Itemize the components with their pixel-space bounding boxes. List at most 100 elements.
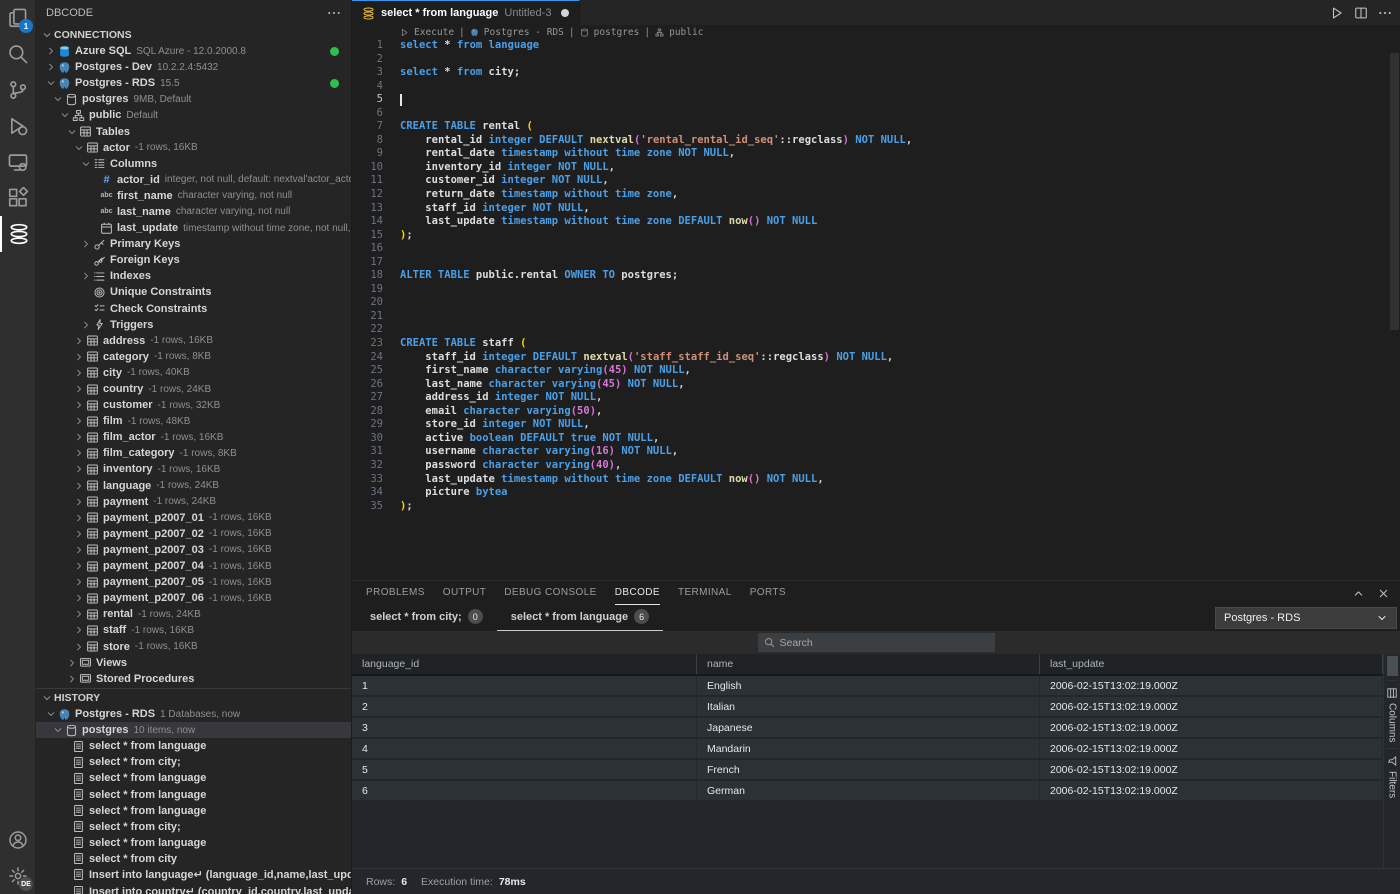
sidebar-more-icon[interactable]	[327, 6, 341, 20]
table-row[interactable]: 1English2006-02-15T13:02:19.000Z	[352, 676, 1383, 695]
more-actions-icon[interactable]	[1378, 6, 1392, 20]
tree-item-select-from-city[interactable]: select * from city;	[36, 754, 351, 770]
activity-search-icon[interactable]	[0, 36, 36, 72]
tree-item-azure-sql[interactable]: Azure SQLSQL Azure - 12.0.2000.8	[36, 43, 351, 59]
panel-tab-dbcode[interactable]: DBCODE	[615, 581, 660, 605]
tree-item-postgres[interactable]: postgres9MB, Default	[36, 91, 351, 107]
activity-source-control-icon[interactable]	[0, 72, 36, 108]
table-scrollbar[interactable]	[1387, 656, 1398, 676]
connection-dropdown[interactable]: Postgres - RDS	[1215, 607, 1397, 629]
tree-item-columns[interactable]: Columns	[36, 156, 351, 172]
panel-close-icon[interactable]	[1377, 587, 1390, 600]
codelens-connection[interactable]: Postgres - RDS	[484, 27, 564, 38]
activity-explorer-icon[interactable]: 1	[0, 0, 36, 36]
split-editor-icon[interactable]	[1354, 6, 1368, 20]
side-tab-columns[interactable]: Columns	[1386, 680, 1398, 748]
column-header-last_update[interactable]: last_update	[1040, 654, 1383, 674]
side-tab-filters[interactable]: Filters	[1386, 748, 1398, 804]
tree-item-store[interactable]: store-1 rows, 16KB	[36, 638, 351, 654]
tree-item-film-category[interactable]: film_category-1 rows, 8KB	[36, 445, 351, 461]
tree-item-foreign-keys[interactable]: Foreign Keys	[36, 252, 351, 268]
tree-item-select-from-language[interactable]: select * from language	[36, 803, 351, 819]
tree-item-select-from-language[interactable]: select * from language	[36, 770, 351, 786]
tree-item-film-actor[interactable]: film_actor-1 rows, 16KB	[36, 429, 351, 445]
tree-item-select-from-language[interactable]: select * from language	[36, 738, 351, 754]
code-editor[interactable]: Execute|Postgres - RDS|postgres|public 1…	[352, 25, 1400, 580]
tree-item-insert-into-language-language-id-name-last-update[interactable]: Insert into language↵ (language_id,name,…	[36, 867, 351, 883]
tree-item-payment-p2007-02[interactable]: payment_p2007_02-1 rows, 16KB	[36, 526, 351, 542]
tree-item-category[interactable]: category-1 rows, 8KB	[36, 349, 351, 365]
search-input[interactable]: Search	[758, 633, 995, 652]
modified-dot-icon[interactable]	[561, 9, 569, 17]
tree-item-postgres-rds[interactable]: Postgres - RDS15.5	[36, 75, 351, 91]
activity-remote-explorer-icon[interactable]	[0, 144, 36, 180]
tree-item-city[interactable]: city-1 rows, 40KB	[36, 365, 351, 381]
tree-item-customer[interactable]: customer-1 rows, 32KB	[36, 397, 351, 413]
codelens-database[interactable]: postgres	[594, 27, 640, 38]
tree-item-address[interactable]: address-1 rows, 16KB	[36, 333, 351, 349]
tree-item-primary-keys[interactable]: Primary Keys	[36, 236, 351, 252]
tree-item-select-from-language[interactable]: select * from language	[36, 786, 351, 802]
tree-item-last-name[interactable]: abclast_namecharacter varying, not null	[36, 204, 351, 220]
panel-tab-ports[interactable]: PORTS	[750, 581, 786, 605]
tree-item-inventory[interactable]: inventory-1 rows, 16KB	[36, 461, 351, 477]
tree-item-unique-constraints[interactable]: Unique Constraints	[36, 284, 351, 300]
tree-item-film[interactable]: film-1 rows, 48KB	[36, 413, 351, 429]
editor-scrollbar[interactable]	[1390, 53, 1399, 330]
tree-item-payment-p2007-06[interactable]: payment_p2007_06-1 rows, 16KB	[36, 590, 351, 606]
table-row[interactable]: 2Italian2006-02-15T13:02:19.000Z	[352, 697, 1383, 716]
activity-extensions-icon[interactable]	[0, 180, 36, 216]
codelens-bar[interactable]: Execute|Postgres - RDS|postgres|public	[352, 26, 1400, 39]
tree-item-rental[interactable]: rental-1 rows, 24KB	[36, 606, 351, 622]
tree-item-last-update[interactable]: last_updatetimestamp without time zone, …	[36, 220, 351, 236]
tree-item-payment-p2007-04[interactable]: payment_p2007_04-1 rows, 16KB	[36, 558, 351, 574]
table-row[interactable]: 3Japanese2006-02-15T13:02:19.000Z	[352, 718, 1383, 737]
column-header-language_id[interactable]: language_id	[352, 654, 697, 674]
tree-item-payment-p2007-01[interactable]: payment_p2007_01-1 rows, 16KB	[36, 510, 351, 526]
tree-item-postgres-dev[interactable]: Postgres - Dev10.2.2.4:5432	[36, 59, 351, 75]
table-row[interactable]: 4Mandarin2006-02-15T13:02:19.000Z	[352, 739, 1383, 758]
tree-item-postgres-rds[interactable]: Postgres - RDS1 Databases, now	[36, 706, 351, 722]
column-header-name[interactable]: name	[697, 654, 1040, 674]
result-tab-select-from-city[interactable]: select * from city;0	[356, 609, 497, 631]
connections-header[interactable]: CONNECTIONS	[36, 26, 351, 43]
tree-item-public[interactable]: publicDefault	[36, 107, 351, 123]
tree-item-language[interactable]: language-1 rows, 24KB	[36, 478, 351, 494]
activity-dbcode-icon[interactable]	[0, 216, 36, 252]
panel-tab-debug-console[interactable]: DEBUG CONSOLE	[504, 581, 596, 605]
codelens-schema[interactable]: public	[669, 27, 703, 38]
tree-item-first-name[interactable]: abcfirst_namecharacter varying, not null	[36, 188, 351, 204]
panel-maximize-icon[interactable]	[1352, 587, 1365, 600]
tree-item-triggers[interactable]: Triggers	[36, 317, 351, 333]
tree-item-actor-id[interactable]: #actor_idinteger, not null, default: nex…	[36, 172, 351, 188]
table-row[interactable]: 5French2006-02-15T13:02:19.000Z	[352, 760, 1383, 779]
tree-item-actor[interactable]: actor-1 rows, 16KB	[36, 140, 351, 156]
codelens-execute[interactable]: Execute	[414, 27, 454, 38]
tree-item-select-from-city[interactable]: select * from city;	[36, 819, 351, 835]
table-row[interactable]: 6German2006-02-15T13:02:19.000Z	[352, 781, 1383, 800]
tree-item-select-from-language[interactable]: select * from language	[36, 835, 351, 851]
tree-item-payment-p2007-03[interactable]: payment_p2007_03-1 rows, 16KB	[36, 542, 351, 558]
panel-tab-output[interactable]: OUTPUT	[443, 581, 487, 605]
result-tab-select-from-language[interactable]: select * from language6	[497, 609, 663, 631]
editor-tab[interactable]: select * from language Untitled-3	[352, 0, 580, 25]
tree-item-tables[interactable]: Tables	[36, 123, 351, 139]
tree-item-insert-into-country-country-id-country-last-update[interactable]: Insert into country↵ (country_id,country…	[36, 883, 351, 894]
panel-tab-terminal[interactable]: TERMINAL	[678, 581, 732, 605]
tree-item-postgres[interactable]: postgres10 items, now	[36, 722, 351, 738]
tree-item-select-from-city[interactable]: select * from city	[36, 851, 351, 867]
tree-item-payment[interactable]: payment-1 rows, 24KB	[36, 494, 351, 510]
tree-item-indexes[interactable]: Indexes	[36, 268, 351, 284]
tree-item-payment-p2007-05[interactable]: payment_p2007_05-1 rows, 16KB	[36, 574, 351, 590]
panel-tab-problems[interactable]: PROBLEMS	[366, 581, 425, 605]
run-icon[interactable]	[1330, 6, 1344, 20]
tree-item-staff[interactable]: staff-1 rows, 16KB	[36, 622, 351, 638]
activity-settings-icon[interactable]: DE	[0, 858, 36, 894]
tree-item-views[interactable]: Views	[36, 655, 351, 671]
tree-item-check-constraints[interactable]: Check Constraints	[36, 301, 351, 317]
activity-run-debug-icon[interactable]	[0, 108, 36, 144]
tree-item-stored-procedures[interactable]: Stored Procedures	[36, 671, 351, 687]
tree-item-country[interactable]: country-1 rows, 24KB	[36, 381, 351, 397]
activity-account-icon[interactable]	[0, 822, 36, 858]
history-header[interactable]: HISTORY	[36, 688, 351, 706]
